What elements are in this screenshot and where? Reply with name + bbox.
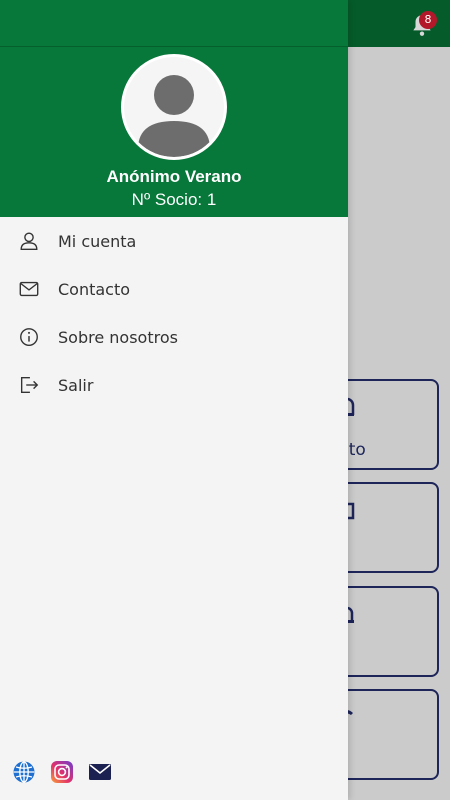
user-icon xyxy=(20,232,38,250)
mail-icon xyxy=(19,281,39,297)
notification-count-badge: 8 xyxy=(419,11,437,29)
globe-icon[interactable] xyxy=(12,760,36,784)
footer-social-links xyxy=(12,760,126,784)
info-icon xyxy=(20,328,38,346)
default-user-avatar-icon xyxy=(124,57,224,157)
menu-item-contacto[interactable]: Contacto xyxy=(0,266,348,314)
navigation-drawer: Anónimo Verano Nº Socio: 1 Mi cuenta Con… xyxy=(0,0,348,800)
member-number: Nº Socio: 1 xyxy=(131,190,217,209)
profile-name: Anónimo Verano xyxy=(106,167,242,186)
menu-item-label: Contacto xyxy=(58,280,131,299)
drawer-menu: Mi cuenta Contacto Sobre nosotros Salir xyxy=(0,218,348,410)
menu-item-label: Sobre nosotros xyxy=(58,328,178,347)
email-icon[interactable] xyxy=(88,760,112,784)
logout-icon xyxy=(20,376,39,394)
menu-item-mi-cuenta[interactable]: Mi cuenta xyxy=(0,218,348,266)
menu-item-salir[interactable]: Salir xyxy=(0,362,348,410)
drawer-header: Anónimo Verano Nº Socio: 1 xyxy=(0,0,348,217)
menu-item-label: Mi cuenta xyxy=(58,232,137,251)
instagram-icon[interactable] xyxy=(50,760,74,784)
avatar[interactable] xyxy=(121,54,227,160)
menu-item-sobre-nosotros[interactable]: Sobre nosotros xyxy=(0,314,348,362)
menu-item-label: Salir xyxy=(58,376,94,395)
header-divider xyxy=(0,46,348,47)
